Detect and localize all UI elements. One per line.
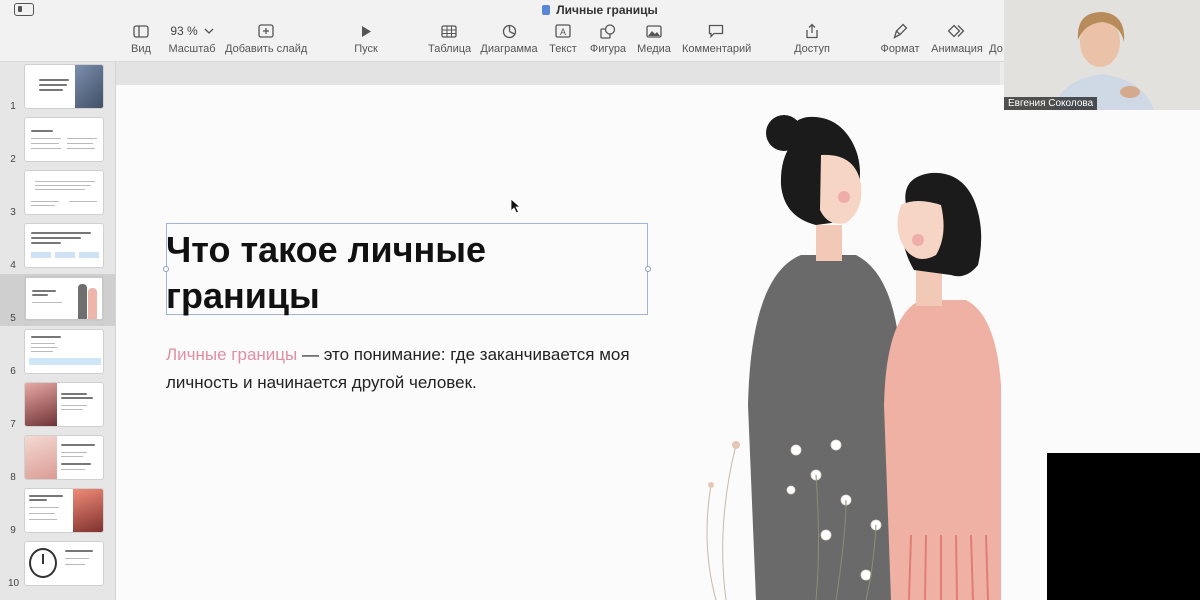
animate-icon: [948, 24, 965, 38]
media-icon: [646, 24, 662, 38]
slide-thumbnail[interactable]: 4: [0, 221, 115, 273]
play-icon: [362, 25, 371, 37]
slide-canvas[interactable]: Что такое личные границы Личные границы …: [116, 85, 1200, 600]
participant-video-image: [1004, 0, 1200, 110]
slide-thumb-image: [24, 276, 104, 321]
slide-thumbnail[interactable]: 3: [0, 168, 115, 220]
webcam-video: Евгения Соколова: [1004, 0, 1200, 110]
add-slide-button[interactable]: Добавить слайд: [225, 22, 307, 55]
slide-title[interactable]: Что такое личные границы: [166, 227, 646, 319]
slide-thumb-image: [24, 64, 104, 109]
format-button[interactable]: Формат: [879, 22, 921, 55]
mouse-cursor-icon: [510, 198, 522, 214]
slide-thumbnail-active[interactable]: 5: [0, 274, 115, 326]
slide-navigator: 1 2 3 4 5 6 7 8 9 10: [0, 62, 116, 600]
text-button[interactable]: A Текст: [547, 22, 579, 55]
svg-text:A: A: [560, 27, 566, 37]
text-icon: A: [555, 24, 571, 38]
slide-thumbnail[interactable]: 1: [0, 62, 115, 114]
shape-icon: [600, 23, 616, 39]
view-button[interactable]: Вид: [126, 22, 156, 55]
slide-thumbnail[interactable]: 7: [0, 380, 115, 432]
share-button[interactable]: Доступ: [793, 22, 831, 55]
comment-button[interactable]: Комментарий: [682, 22, 751, 55]
chart-button[interactable]: Диаграмма: [480, 22, 538, 55]
slide-thumbnail[interactable]: 6: [0, 327, 115, 379]
body-accent-text: Личные границы: [166, 345, 298, 364]
slide-thumbnail[interactable]: 9: [0, 486, 115, 538]
add-slide-icon: [258, 24, 274, 38]
illustration-two-women: [706, 115, 1001, 600]
share-icon: [806, 23, 818, 39]
slide-thumbnail[interactable]: 2: [0, 115, 115, 167]
slide-thumb-image: [24, 488, 104, 533]
table-button[interactable]: Таблица: [428, 22, 471, 55]
slide-body-text[interactable]: Личные границы — это понимание: где зака…: [166, 341, 646, 397]
shape-button[interactable]: Фигура: [588, 22, 628, 55]
slide-thumb-image: [24, 117, 104, 162]
slide-thumbnail[interactable]: 8: [0, 433, 115, 485]
slide-thumbnail[interactable]: 10: [0, 539, 115, 591]
table-icon: [441, 24, 457, 38]
animate-button[interactable]: Анимация: [930, 22, 984, 55]
media-button[interactable]: Медиа: [636, 22, 672, 55]
black-overlay-panel: [1047, 453, 1200, 600]
chart-icon: [502, 24, 516, 38]
document-button[interactable]: До: [988, 22, 1004, 55]
slide-thumb-image: [24, 329, 104, 374]
slide-thumb-image: [24, 382, 104, 427]
zoom-value: 93 %: [170, 24, 198, 38]
slide-thumb-image: [24, 435, 104, 480]
slide-thumb-image: [24, 170, 104, 215]
chevron-down-icon: [204, 28, 214, 34]
view-icon: [133, 24, 149, 38]
document-icon: [542, 5, 551, 15]
play-button[interactable]: Пуск: [350, 22, 382, 55]
comment-icon: [708, 24, 724, 38]
slide-thumb-image: [24, 223, 104, 268]
paintbrush-icon: [892, 23, 907, 39]
participant-name: Евгения Соколова: [1004, 97, 1098, 110]
slide-thumb-image: [24, 541, 104, 586]
zoom-control[interactable]: 93 % Масштаб: [166, 22, 218, 55]
